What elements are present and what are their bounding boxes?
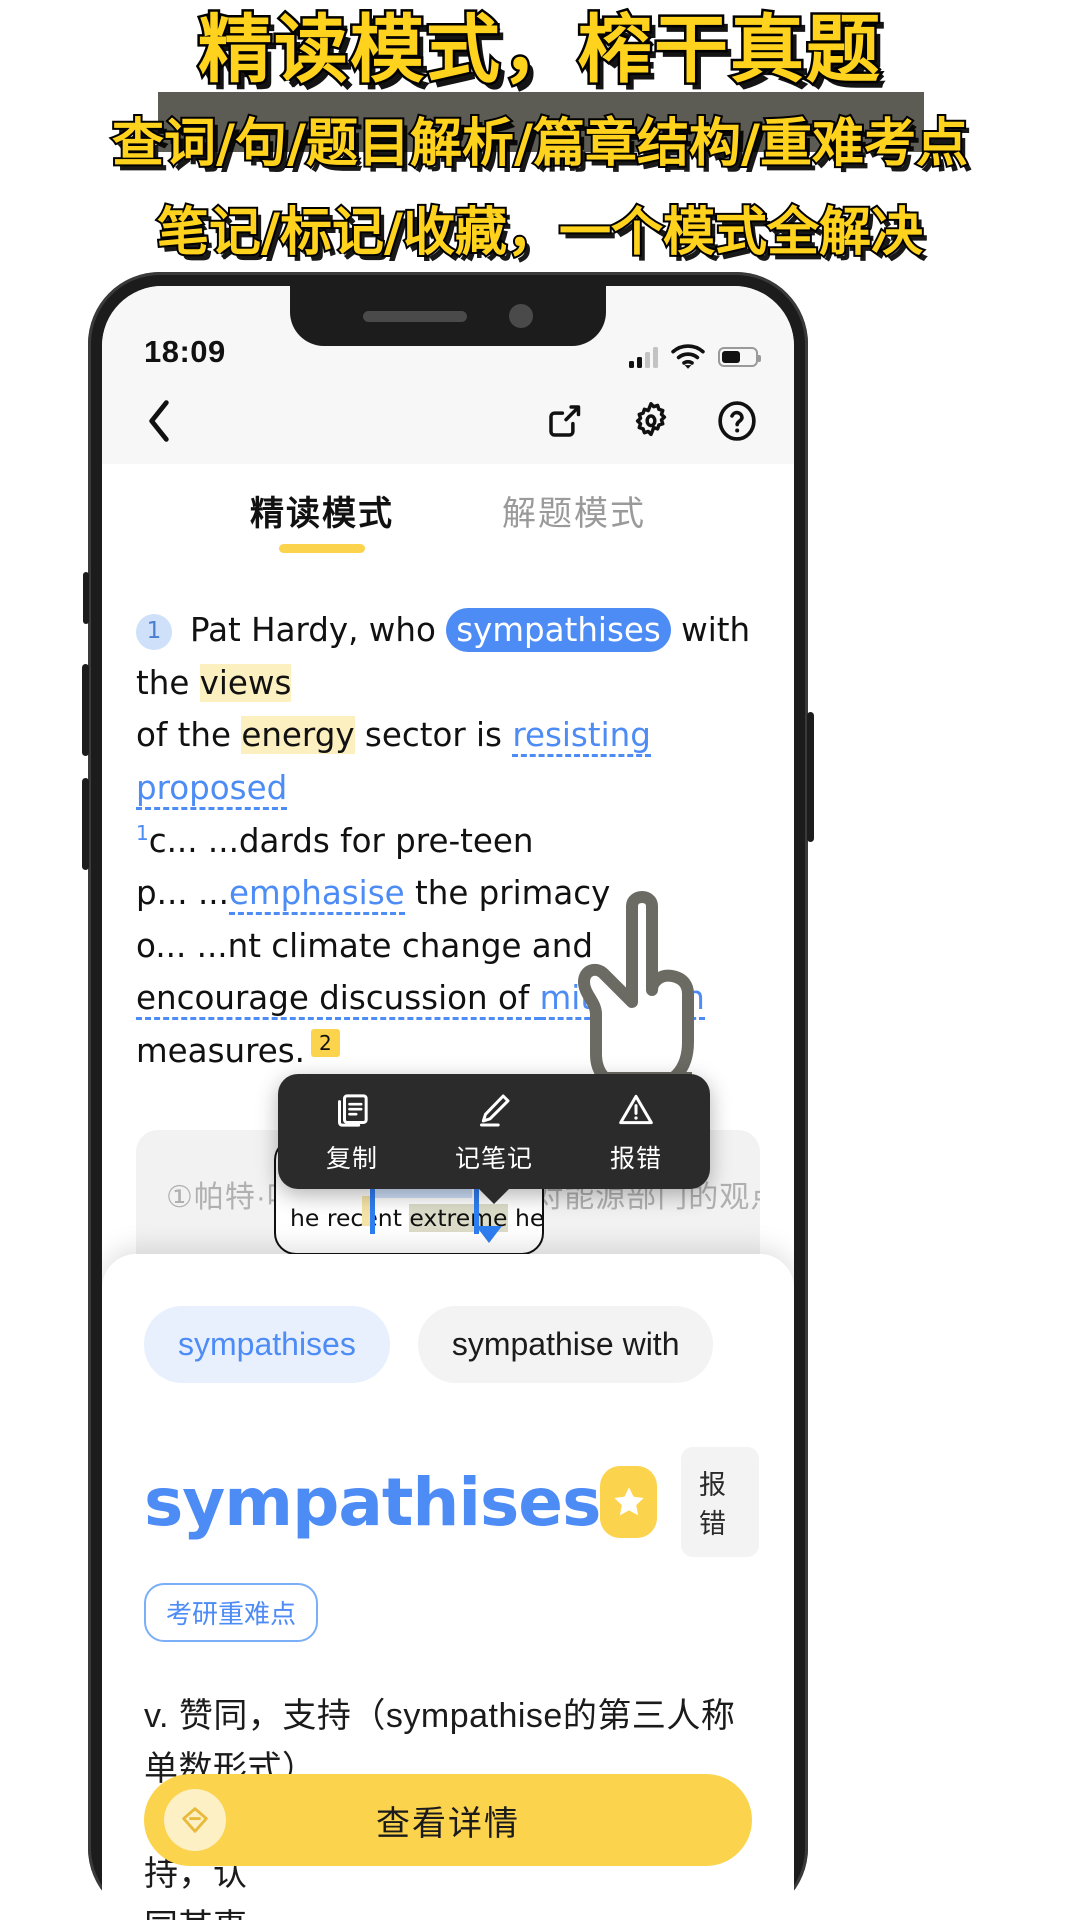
passage-text-10: measures. bbox=[136, 1032, 306, 1071]
context-menu-item-copy-label: 复制 bbox=[325, 1145, 378, 1173]
superscript-1: 1 bbox=[136, 820, 149, 845]
promo-subtitle-line-1: 查词/句/题目解析/篇章结构/重难考点 bbox=[110, 112, 970, 176]
context-menu-item-copy[interactable]: 复制 bbox=[304, 1090, 400, 1175]
app-nav-bar bbox=[102, 378, 794, 464]
signal-bars-icon bbox=[629, 346, 658, 368]
context-menu-item-report[interactable]: 报错 bbox=[588, 1090, 684, 1175]
passage-line-1: 1 Pat Hardy, who sympathises with the vie… bbox=[136, 604, 760, 709]
promo-header: 精读模式，榨干真题 查词/句/题目解析/篇章结构/重难考点 笔记/标记/收藏，一… bbox=[0, 0, 1080, 272]
dictionary-sheet: sympathises sympathise with sympathises … bbox=[102, 1254, 794, 1920]
passage-text-5: c... ...dards for pre-teen bbox=[148, 821, 534, 860]
star-icon bbox=[613, 1487, 644, 1516]
chip-sympathise-with[interactable]: sympathise with bbox=[417, 1306, 714, 1383]
tab-intensive-reading-label: 精读模式 bbox=[250, 494, 394, 533]
passage-line-2: of the energy sector is resisting propos… bbox=[136, 709, 760, 814]
text-context-menu: 复制 记笔记 报错 bbox=[278, 1074, 710, 1189]
share-icon[interactable] bbox=[542, 398, 588, 444]
passage-text-1: Pat Hardy, who bbox=[190, 611, 447, 649]
view-details-label: 查看详情 bbox=[376, 1804, 520, 1843]
context-menu-bar: 复制 记笔记 报错 bbox=[278, 1074, 710, 1189]
context-menu-item-report-label: 报错 bbox=[609, 1145, 662, 1173]
phone-notch bbox=[290, 286, 606, 346]
link-emphasise[interactable]: emphasise bbox=[228, 874, 405, 916]
volume-up-button bbox=[82, 664, 89, 756]
mode-tabs: 精读模式 解题模式 bbox=[102, 464, 794, 570]
earpiece-speaker bbox=[363, 310, 467, 322]
gear-icon[interactable] bbox=[628, 398, 674, 444]
word-form-chips: sympathises sympathise with bbox=[144, 1306, 752, 1383]
headword-actions: 报错 bbox=[600, 1447, 760, 1557]
tab-intensive-reading[interactable]: 精读模式 bbox=[250, 486, 394, 549]
passage-text-6: p... ... bbox=[136, 874, 229, 913]
highlight-energy[interactable]: energy bbox=[241, 716, 355, 755]
copy-icon bbox=[338, 1094, 368, 1127]
selection-knob-bottom[interactable] bbox=[476, 1226, 502, 1243]
report-error-button[interactable]: 报错 bbox=[680, 1447, 760, 1557]
quote-line-2-suffix: heat, but t bbox=[514, 1204, 544, 1233]
context-menu-item-note[interactable]: 记笔记 bbox=[446, 1090, 542, 1175]
volume-down-button bbox=[82, 778, 89, 870]
quote-line-2-prefix: he recent bbox=[290, 1204, 410, 1233]
underlined-views[interactable]: views bbox=[199, 663, 292, 702]
passage-text-9: encourage discussion of bbox=[136, 979, 540, 1021]
passage-text-3: of the bbox=[136, 716, 242, 755]
headword-row: sympathises 报错 bbox=[144, 1447, 760, 1557]
question-circle-icon[interactable] bbox=[714, 398, 760, 444]
passage-line-3: 1c... ...dards for pre-teen bbox=[136, 815, 760, 868]
status-indicators bbox=[629, 344, 761, 370]
favorite-star-button[interactable] bbox=[600, 1466, 657, 1538]
phone-mockup: 18:09 精读模式 解题模式 1 Pat Hardy, who sympath… bbox=[82, 272, 814, 1920]
tag-row: 考研重难点 bbox=[144, 1583, 752, 1642]
superscript-2: 2 bbox=[311, 1029, 340, 1058]
wifi-icon bbox=[671, 344, 705, 369]
passage-text-8: o... ...nt climate change and bbox=[136, 926, 593, 965]
promo-title: 精读模式，榨干真题 bbox=[196, 5, 883, 95]
headword: sympathises bbox=[144, 1463, 601, 1541]
difficulty-tag: 考研重难点 bbox=[144, 1583, 319, 1642]
diamond-icon bbox=[164, 1789, 226, 1851]
definition-line-1: v. 赞同，支持（sympathise的第三人称 bbox=[144, 1697, 736, 1735]
paragraph-number-badge: 1 bbox=[136, 614, 172, 650]
phone-screen: 18:09 精读模式 解题模式 1 Pat Hardy, who sympath… bbox=[102, 286, 794, 1920]
definition-line-4: 同某事 bbox=[144, 1901, 752, 1920]
back-button[interactable] bbox=[136, 398, 182, 444]
promo-subtitle-line-2: 笔记/标记/收藏，一个模式全解决 bbox=[155, 201, 925, 265]
passage-text-4: sector is bbox=[354, 716, 513, 755]
status-clock: 18:09 bbox=[144, 334, 226, 369]
warning-triangle-icon bbox=[619, 1094, 653, 1125]
mute-switch bbox=[83, 572, 89, 624]
power-button bbox=[807, 712, 814, 842]
nav-actions bbox=[542, 398, 760, 444]
battery-icon bbox=[718, 347, 761, 367]
chip-sympathises[interactable]: sympathises bbox=[144, 1306, 390, 1383]
tab-problem-solving-label: 解题模式 bbox=[502, 494, 646, 533]
view-details-button[interactable]: 查看详情 bbox=[144, 1774, 752, 1866]
context-menu-item-note-label: 记笔记 bbox=[454, 1145, 533, 1173]
tab-problem-solving[interactable]: 解题模式 bbox=[502, 486, 646, 549]
selected-word[interactable]: sympathises bbox=[446, 608, 671, 652]
pencil-icon bbox=[480, 1094, 510, 1127]
front-camera bbox=[509, 304, 533, 328]
